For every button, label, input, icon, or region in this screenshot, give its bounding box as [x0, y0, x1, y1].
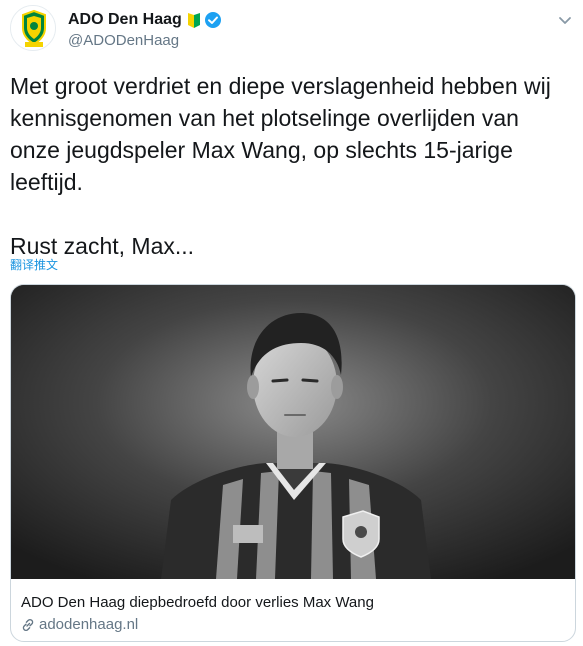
- player-portrait-photo: [11, 285, 575, 579]
- tweet: ADO Den Haag @ADODenHaag Met groot verdr…: [0, 0, 583, 646]
- card-title: ADO Den Haag diepbedroefd door verlies M…: [21, 594, 374, 611]
- user-handle[interactable]: @ADODenHaag: [68, 32, 179, 49]
- card-domain: adodenhaag.nl: [39, 616, 139, 633]
- club-logo-icon: [11, 6, 55, 50]
- author-name-row: ADO Den Haag: [68, 11, 222, 29]
- avatar[interactable]: [10, 5, 56, 51]
- verified-badge-icon: [204, 11, 222, 29]
- link-preview-card[interactable]: ADO Den Haag diepbedroefd door verlies M…: [10, 284, 576, 642]
- translate-tweet-link[interactable]: 翻译推文: [10, 256, 58, 273]
- link-icon: [21, 618, 35, 632]
- card-domain-row: adodenhaag.nl: [21, 616, 138, 633]
- display-name[interactable]: ADO Den Haag: [68, 11, 182, 29]
- beginner-shield-icon: [187, 12, 201, 29]
- tweet-text: Met groot verdriet en diepe verslagenhei…: [10, 73, 551, 259]
- chevron-down-icon[interactable]: [557, 12, 573, 28]
